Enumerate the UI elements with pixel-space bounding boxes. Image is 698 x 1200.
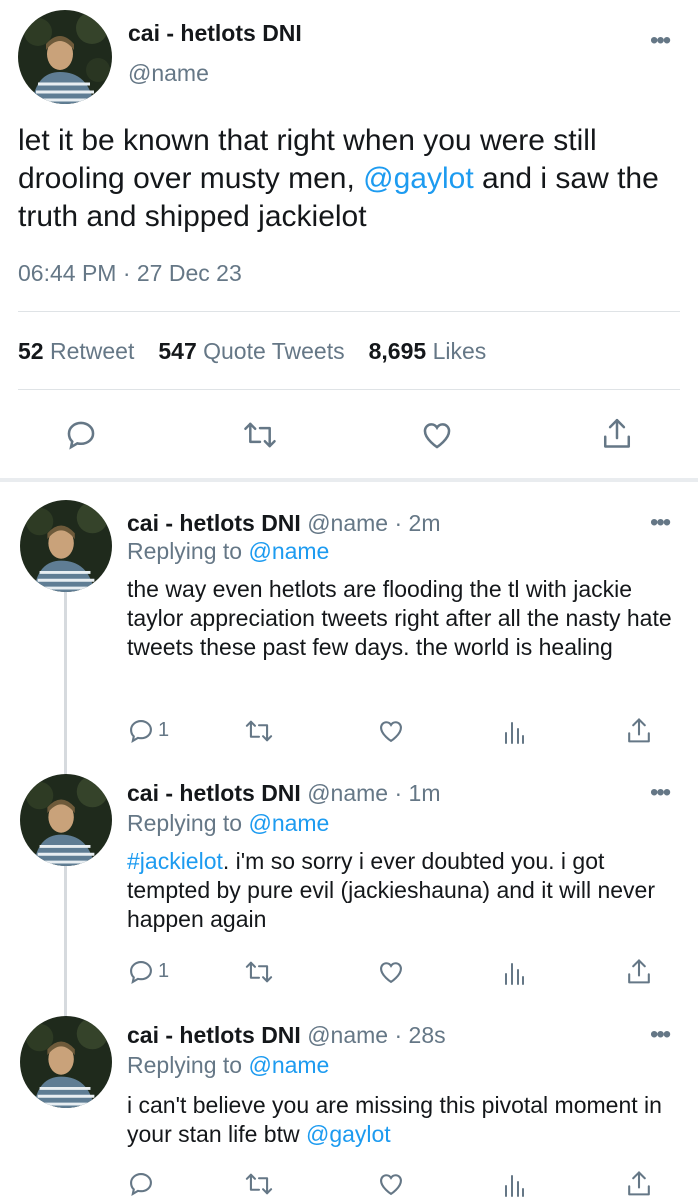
handle[interactable]: @name xyxy=(128,60,209,87)
analytics-icon[interactable] xyxy=(502,719,526,745)
retweet-icon[interactable] xyxy=(244,958,274,986)
share-icon[interactable] xyxy=(625,1169,653,1199)
like-icon[interactable] xyxy=(376,717,406,745)
reply-actions: 1 xyxy=(0,958,698,988)
replying-to-mention[interactable]: @name xyxy=(248,810,329,836)
share-icon[interactable] xyxy=(625,957,653,987)
like-icon[interactable] xyxy=(419,418,455,452)
timestamp[interactable]: 06:44 PM · 27 Dec 23 xyxy=(18,260,242,287)
reply-actions xyxy=(0,1170,698,1200)
reply-count: 1 xyxy=(158,960,170,982)
replying-to: Replying to @name xyxy=(127,1052,329,1079)
more-options-icon[interactable]: ••• xyxy=(650,781,671,805)
reply-icon[interactable] xyxy=(127,958,155,986)
share-icon[interactable] xyxy=(600,416,634,452)
section-divider xyxy=(0,478,698,482)
reply-text-body: the way even hetlots are flooding the tl… xyxy=(127,576,672,660)
retweet-icon[interactable] xyxy=(244,1170,274,1198)
replying-to-mention[interactable]: @name xyxy=(248,1052,329,1078)
divider xyxy=(18,389,680,390)
tweet-actions xyxy=(0,412,698,456)
tweet-stats: 52 Retweet 547 Quote Tweets 8,695 Likes xyxy=(18,338,486,365)
share-icon[interactable] xyxy=(625,716,653,746)
tweet-text: let it be known that right when you were… xyxy=(18,122,678,236)
more-options-icon[interactable]: ••• xyxy=(650,511,671,535)
replying-label: Replying to xyxy=(127,1052,243,1078)
analytics-icon[interactable] xyxy=(502,1172,526,1198)
reply-icon[interactable] xyxy=(127,717,155,745)
hashtag-link[interactable]: #jackielot xyxy=(127,848,223,874)
handle-time[interactable]: @name · 2m xyxy=(307,510,440,536)
reply-icon[interactable] xyxy=(64,418,98,452)
like-icon[interactable] xyxy=(376,1170,406,1198)
more-options-icon[interactable]: ••• xyxy=(650,1023,671,1047)
mention-link[interactable]: @gaylot xyxy=(306,1121,391,1147)
display-name[interactable]: cai - hetlots DNI xyxy=(127,1022,301,1048)
replying-to-mention[interactable]: @name xyxy=(248,538,329,564)
reply-icon[interactable] xyxy=(127,1170,155,1198)
display-name[interactable]: cai - hetlots DNI xyxy=(127,780,301,806)
reply-header: cai - hetlots DNI @name · 28s xyxy=(127,1022,446,1049)
divider xyxy=(18,311,680,312)
replying-to: Replying to @name xyxy=(127,810,329,837)
thread-line xyxy=(64,848,67,1018)
display-name[interactable]: cai - hetlots DNI xyxy=(127,510,301,536)
like-icon[interactable] xyxy=(376,958,406,986)
quote-stat[interactable]: 547 Quote Tweets xyxy=(158,338,344,365)
avatar[interactable] xyxy=(18,10,112,104)
reply-count: 1 xyxy=(158,719,170,741)
reply-text: #jackielot. i'm so sorry i ever doubted … xyxy=(127,847,672,934)
reply-text-body: i can't believe you are missing this piv… xyxy=(127,1092,662,1147)
more-options-icon[interactable]: ••• xyxy=(650,29,671,53)
mention-link[interactable]: @gaylot xyxy=(363,162,474,195)
handle-time[interactable]: @name · 28s xyxy=(307,1022,445,1048)
retweet-icon[interactable] xyxy=(244,717,274,745)
handle-time[interactable]: @name · 1m xyxy=(307,780,440,806)
reply-header: cai - hetlots DNI @name · 1m xyxy=(127,780,440,807)
likes-stat[interactable]: 8,695 Likes xyxy=(369,338,487,365)
replying-label: Replying to xyxy=(127,810,243,836)
reply-actions: 1 xyxy=(0,717,698,747)
display-name[interactable]: cai - hetlots DNI xyxy=(128,20,302,47)
avatar[interactable] xyxy=(20,774,112,866)
analytics-icon[interactable] xyxy=(502,960,526,986)
replying-label: Replying to xyxy=(127,538,243,564)
replying-to: Replying to @name xyxy=(127,538,329,565)
reply-text: i can't believe you are missing this piv… xyxy=(127,1091,672,1149)
reply-text: the way even hetlots are flooding the tl… xyxy=(127,575,672,662)
retweet-stat[interactable]: 52 Retweet xyxy=(18,338,134,365)
avatar[interactable] xyxy=(20,500,112,592)
retweet-icon[interactable] xyxy=(242,418,278,452)
avatar[interactable] xyxy=(20,1016,112,1108)
reply-header: cai - hetlots DNI @name · 2m xyxy=(127,510,440,537)
